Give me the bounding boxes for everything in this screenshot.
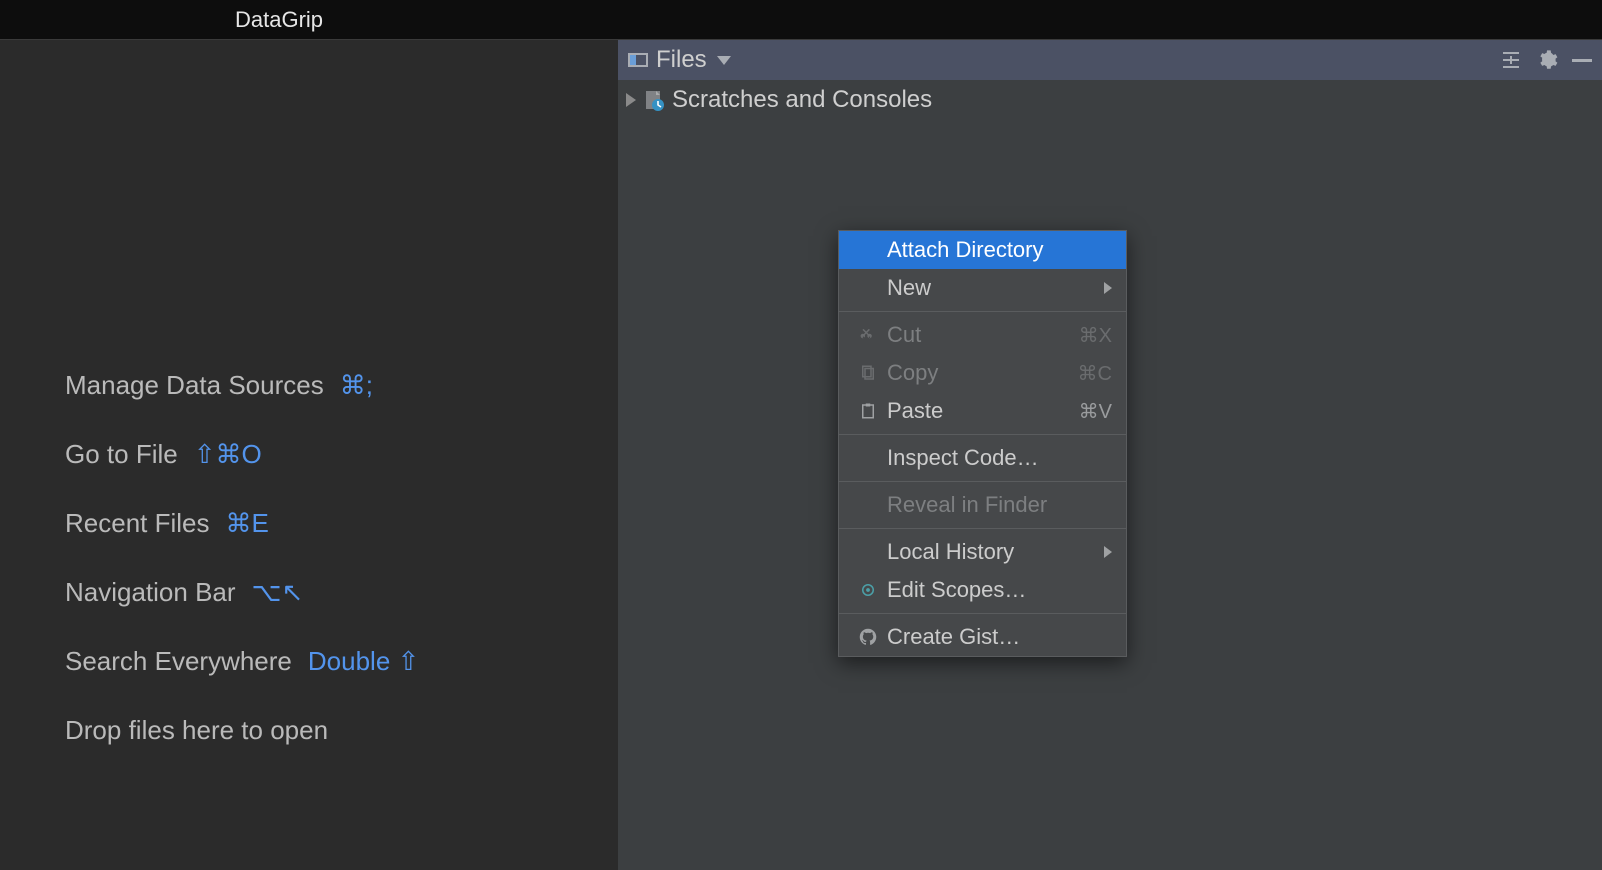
submenu-arrow-icon [1104,546,1112,558]
scratches-icon [644,90,664,110]
main-area: Manage Data Sources ⌘; Go to File ⇧⌘O Re… [0,40,1602,870]
menu-item-label: Local History [883,539,1104,565]
menu-separator [839,528,1126,529]
welcome-tips: Manage Data Sources ⌘; Go to File ⇧⌘O Re… [65,370,618,784]
menu-paste[interactable]: Paste ⌘V [839,392,1126,430]
menu-separator [839,311,1126,312]
menu-item-shortcut: ⌘V [1079,399,1112,424]
tip-label: Navigation Bar [65,577,236,608]
menu-item-label: Inspect Code… [883,445,1112,471]
menu-item-label: Reveal in Finder [883,492,1112,518]
menu-item-label: Paste [883,398,1079,424]
tree-item-label: Scratches and Consoles [672,86,932,114]
hide-icon[interactable] [1572,57,1592,63]
menu-item-label: Attach Directory [883,237,1112,263]
submenu-arrow-icon [1104,282,1112,294]
target-icon [853,581,883,599]
copy-icon [853,364,883,382]
tip-go-to-file[interactable]: Go to File ⇧⌘O [65,439,618,470]
titlebar: DataGrip [0,0,1602,40]
menu-copy: Copy ⌘C [839,354,1126,392]
menu-edit-scopes[interactable]: Edit Scopes… [839,571,1126,609]
tip-shortcut: ⇧⌘O [194,439,262,470]
menu-item-label: New [883,275,1104,301]
tip-recent-files[interactable]: Recent Files ⌘E [65,508,618,539]
menu-item-label: Cut [883,322,1079,348]
app-title: DataGrip [235,7,323,33]
tip-drop-files[interactable]: Drop files here to open [65,715,618,746]
menu-item-shortcut: ⌘X [1079,323,1112,348]
menu-item-shortcut: ⌘C [1078,361,1112,386]
toolwin-title[interactable]: Files [656,46,707,74]
github-icon [853,628,883,646]
toolwin-header: Files [618,40,1602,80]
clipboard-icon [853,402,883,420]
tip-shortcut: ⌘; [340,370,373,401]
gear-icon[interactable] [1536,49,1558,71]
menu-separator [839,613,1126,614]
menu-local-history[interactable]: Local History [839,533,1126,571]
menu-attach-directory[interactable]: Attach Directory [839,231,1126,269]
scissors-icon [853,326,883,344]
menu-reveal-in-finder: Reveal in Finder [839,486,1126,524]
menu-cut: Cut ⌘X [839,316,1126,354]
menu-create-gist[interactable]: Create Gist… [839,618,1126,656]
tip-label: Search Everywhere [65,646,292,677]
menu-separator [839,481,1126,482]
tip-shortcut: ⌥↖ [252,577,304,608]
menu-new[interactable]: New [839,269,1126,307]
tip-label: Drop files here to open [65,715,328,746]
tip-shortcut: Double ⇧ [308,646,419,677]
tip-manage-data-sources[interactable]: Manage Data Sources ⌘; [65,370,618,401]
menu-item-label: Edit Scopes… [883,577,1112,603]
tip-label: Manage Data Sources [65,370,324,401]
tree-item-scratches[interactable]: Scratches and Consoles [618,80,1602,120]
tip-label: Go to File [65,439,178,470]
welcome-panel: Manage Data Sources ⌘; Go to File ⇧⌘O Re… [0,40,618,870]
tip-search-everywhere[interactable]: Search Everywhere Double ⇧ [65,646,618,677]
menu-separator [839,434,1126,435]
menu-item-label: Create Gist… [883,624,1112,650]
menu-inspect-code[interactable]: Inspect Code… [839,439,1126,477]
tip-label: Recent Files [65,508,210,539]
context-menu: Attach Directory New Cut ⌘X Copy ⌘C Past… [838,230,1127,657]
menu-item-label: Copy [883,360,1078,386]
chevron-down-icon[interactable] [717,56,731,65]
expand-arrow-icon[interactable] [626,93,636,107]
tip-shortcut: ⌘E [226,508,269,539]
tip-navigation-bar[interactable]: Navigation Bar ⌥↖ [65,577,618,608]
project-view-icon[interactable] [628,53,648,67]
scroll-from-source-icon[interactable] [1500,51,1522,69]
